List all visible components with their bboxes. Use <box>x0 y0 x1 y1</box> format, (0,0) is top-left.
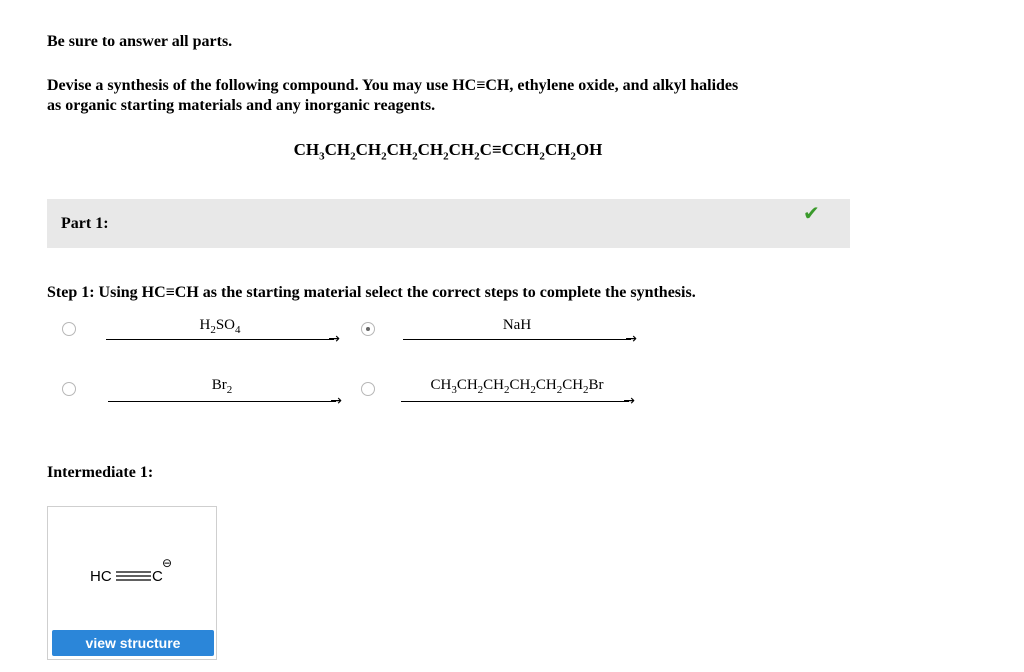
reaction-arrow-h2so4: → <box>106 331 340 347</box>
structure-c-label: C <box>152 568 163 585</box>
reaction-arrow-nah: → <box>403 331 637 347</box>
radio-alkyl-bromide[interactable] <box>361 382 375 396</box>
reagent-label-h2so4: H2SO4 <box>199 317 241 336</box>
acetylide-structure: HC C ⊖ <box>90 556 172 585</box>
question-text-line1: Devise a synthesis of the following comp… <box>47 77 739 94</box>
radio-br2[interactable] <box>62 382 76 396</box>
negative-charge-icon: ⊖ <box>162 556 172 570</box>
reagent-label-br2: Br2 <box>211 377 233 396</box>
arrowhead-icon: → <box>623 393 635 409</box>
arrowhead-icon: → <box>328 331 340 347</box>
question-text-line2: as organic starting materials and any in… <box>47 97 436 114</box>
structure-box: HC C ⊖ view structure <box>47 506 217 660</box>
part-label: Part 1: <box>61 215 109 232</box>
reagent-label-alkyl-bromide: CH3CH2CH2CH2CH2CH2Br <box>430 377 604 396</box>
radio-nah[interactable] <box>361 322 375 336</box>
step-instructions: Step 1: Using HC≡CH as the starting mate… <box>47 284 696 301</box>
structure-hc-label: HC <box>90 568 112 585</box>
reagent-label-nah: NaH <box>502 317 532 333</box>
arrowhead-icon: → <box>330 393 342 409</box>
instructions-text: Be sure to answer all parts. <box>47 33 233 50</box>
arrowhead-icon: → <box>625 331 637 347</box>
intermediate-label: Intermediate 1: <box>47 464 154 481</box>
part-header-bar: Part 1: ✔ <box>47 199 850 248</box>
target-compound-formula: CH3CH2CH2CH2CH2CH2C≡CCH2CH2OH <box>293 140 603 163</box>
checkmark-icon: ✔ <box>803 201 820 225</box>
radio-h2so4[interactable] <box>62 322 76 336</box>
reaction-arrow-alkyl-bromide: → <box>401 393 635 409</box>
reaction-arrow-br2: → <box>108 393 342 409</box>
view-structure-button[interactable]: view structure <box>52 630 214 656</box>
